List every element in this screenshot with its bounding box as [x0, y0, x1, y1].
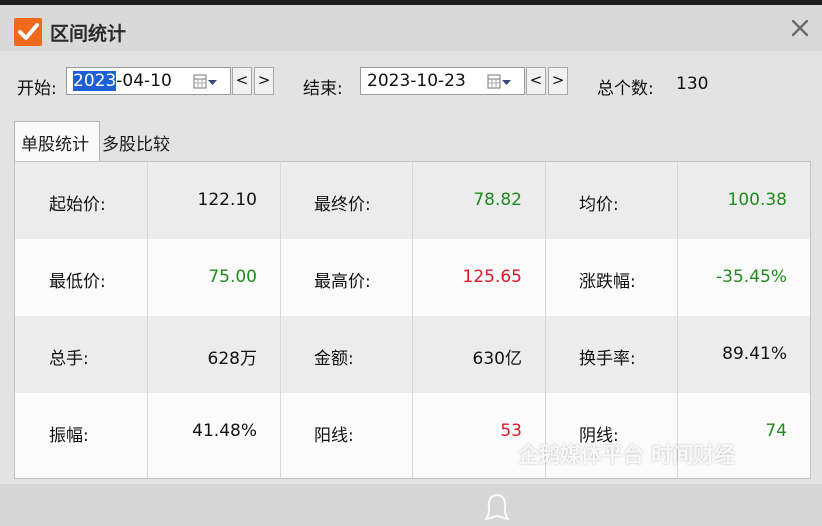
column-divider — [677, 162, 678, 478]
start-prev-button[interactable]: < — [232, 67, 252, 95]
start-date-rest: -04-10 — [116, 71, 172, 91]
end-next-button[interactable]: > — [548, 67, 568, 95]
end-label: 结束: — [303, 79, 343, 99]
count-value: 130 — [676, 74, 709, 94]
title-bar: 区间统计 — [0, 5, 822, 51]
stat-value: 53 — [500, 421, 522, 441]
start-next-button[interactable]: > — [254, 67, 274, 95]
stat-value: 78.82 — [473, 190, 522, 210]
dialog-body: 开始: 2023-04-10 < > 结束: 2023-10-23 < > 总个… — [0, 51, 822, 521]
stat-label: 起始价: — [49, 195, 106, 215]
window-title: 区间统计 — [50, 23, 127, 45]
penguin-logo-icon — [482, 492, 512, 522]
count-label: 总个数: — [597, 79, 654, 99]
stat-label: 均价: — [579, 195, 619, 215]
stat-value: 41.48% — [192, 421, 257, 441]
stat-value: -35.45% — [716, 267, 787, 287]
end-prev-button[interactable]: < — [526, 67, 546, 95]
start-date-year-selected: 2023 — [73, 71, 117, 91]
tab-label: 多股比较 — [102, 135, 170, 155]
stat-label: 总手: — [49, 349, 89, 369]
stats-table: 起始价: 122.10 最终价: 78.82 均价: 100.38 最低价: 75.00 最高价… — [14, 161, 811, 479]
stat-value: 75.00 — [208, 267, 257, 287]
stat-value: 630亿 — [472, 349, 522, 369]
stat-value: 628万 — [207, 349, 257, 369]
stat-label: 最终价: — [314, 195, 371, 215]
calendar-dropdown-icon[interactable] — [193, 73, 219, 91]
stat-label: 最低价: — [49, 272, 106, 292]
stat-label: 最高价: — [314, 272, 371, 292]
column-divider — [280, 162, 281, 478]
stat-value: 100.38 — [727, 190, 787, 210]
stat-label: 换手率: — [579, 349, 636, 369]
checkmark-icon — [14, 18, 42, 46]
stat-value: 74 — [765, 421, 787, 441]
start-date-field[interactable]: 2023-04-10 — [66, 67, 231, 95]
stat-label: 阳线: — [314, 426, 354, 446]
close-icon[interactable] — [788, 16, 812, 40]
stat-label: 金额: — [314, 349, 354, 369]
stat-value: 89.41% — [722, 344, 787, 364]
tab-label: 单股统计 — [21, 135, 89, 155]
calendar-dropdown-icon[interactable] — [487, 73, 513, 91]
stat-value: 125.65 — [462, 267, 522, 287]
start-label: 开始: — [17, 79, 57, 99]
column-divider — [545, 162, 546, 478]
tab-multi-compare[interactable]: 多股比较 — [102, 130, 182, 160]
end-date-value: 2023-10-23 — [367, 71, 466, 91]
column-divider — [147, 162, 148, 478]
stat-value: 122.10 — [197, 190, 257, 210]
watermark-text: 企鹅媒体平台 时间财经 — [518, 443, 736, 467]
stat-label: 涨跌幅: — [579, 272, 636, 292]
end-date-field[interactable]: 2023-10-23 — [360, 67, 525, 95]
tab-single-stock[interactable]: 单股统计 — [14, 121, 100, 162]
stat-label: 振幅: — [49, 426, 89, 446]
column-divider — [412, 162, 413, 478]
